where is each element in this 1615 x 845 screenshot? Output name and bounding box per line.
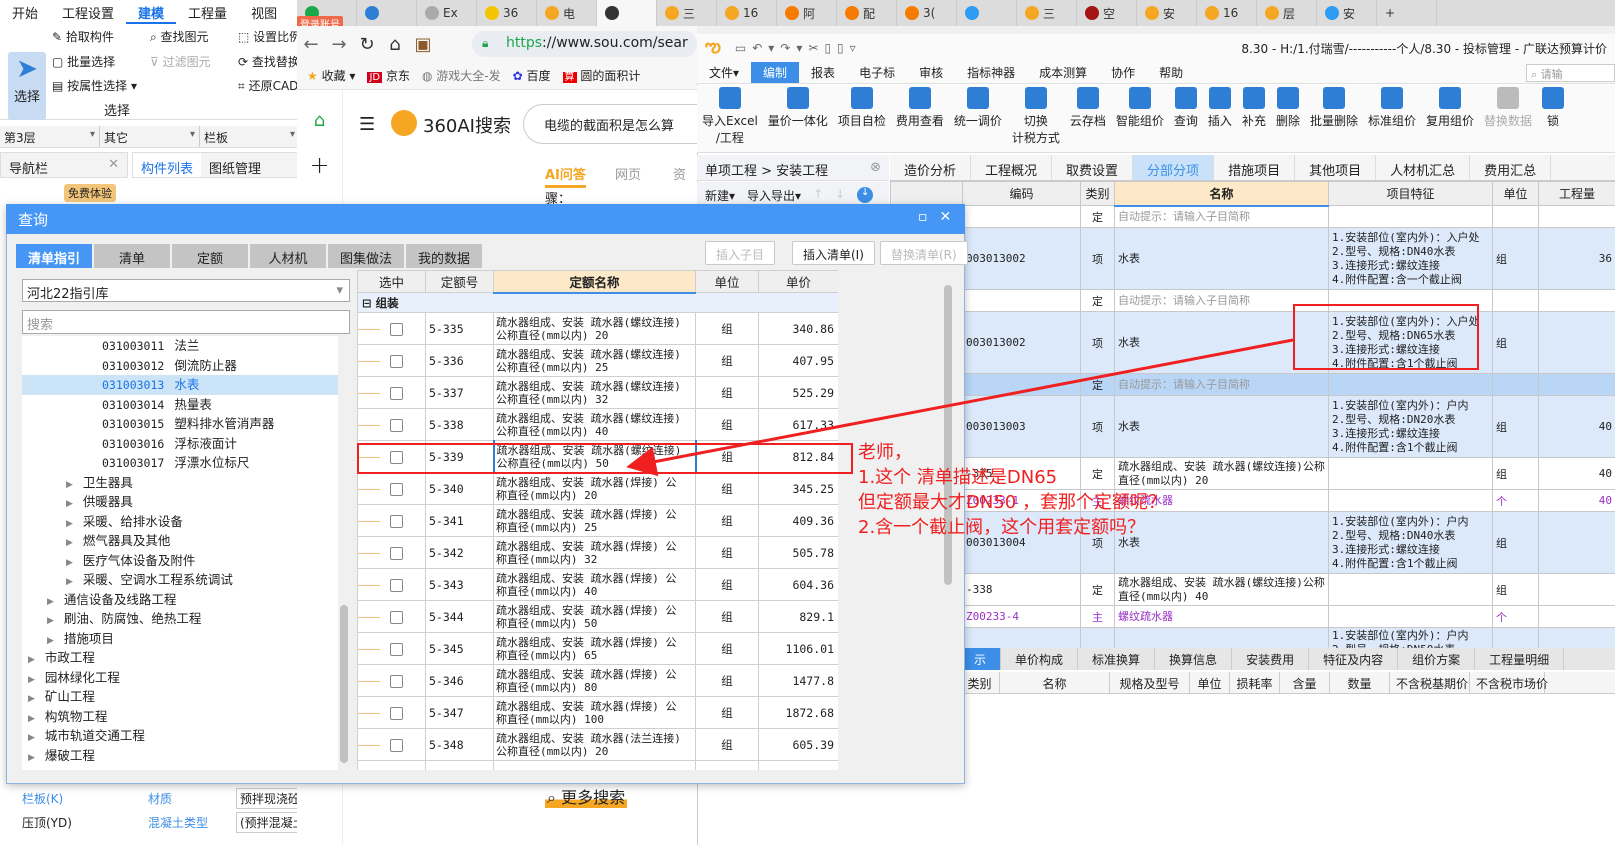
annotation-arrow [626,338,1294,477]
question-note: 老师， 1.这个 清单描述是DN65 但定额最大才DN50 ，套那个定额呢？ 2… [858,442,1166,538]
